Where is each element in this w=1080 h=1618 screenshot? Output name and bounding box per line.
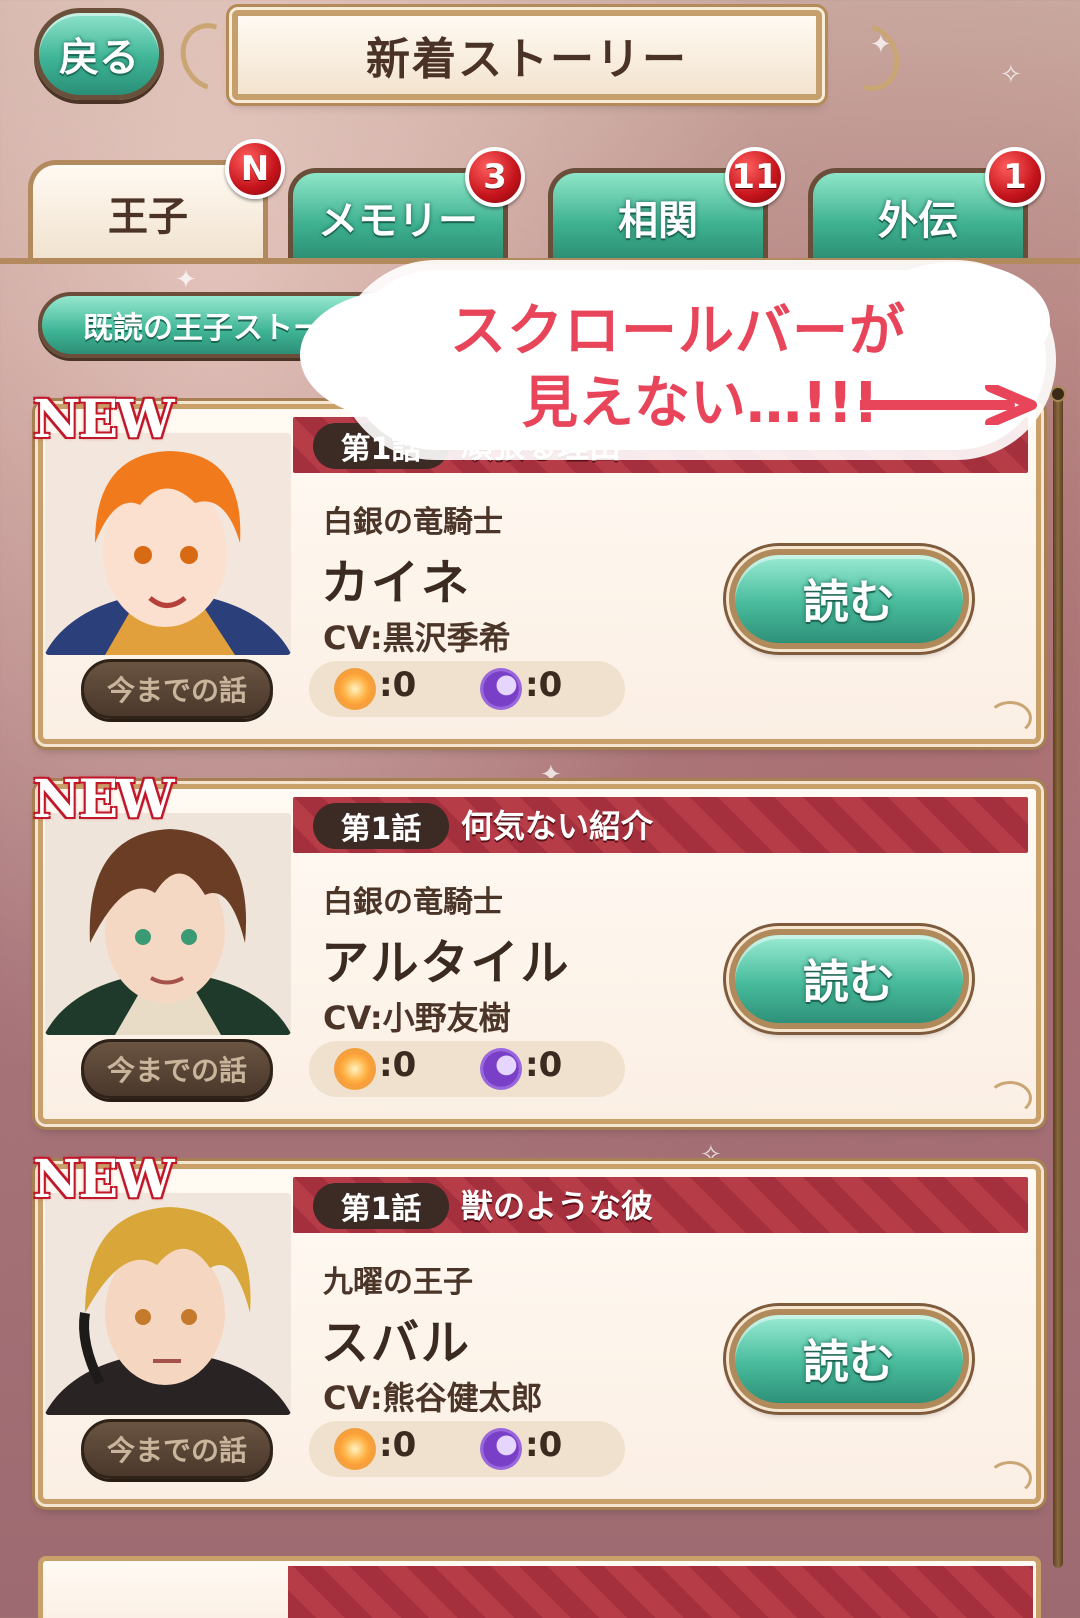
tab-label: 王子: [108, 193, 188, 240]
sparkle-icon: ✧: [1000, 60, 1022, 90]
sun-icon: [337, 1431, 373, 1467]
moon-count: :0: [525, 665, 563, 705]
tab-badge: 3: [465, 147, 525, 207]
portrait-image: [45, 433, 291, 655]
story-card: NEW 第1話 獣のような彼 九曜の王子 スバル CV:熊谷健太郎 読む 今まで…: [33, 1149, 1041, 1504]
tab-badge: 1: [985, 147, 1045, 207]
back-button[interactable]: 戻る: [34, 8, 164, 100]
story-history-button[interactable]: 今までの話: [81, 1419, 273, 1479]
sun-icon: [337, 1051, 373, 1087]
portrait-image: [45, 813, 291, 1035]
tab-divider: [0, 258, 1080, 264]
episode-number: 第1話: [313, 803, 449, 849]
tab-prince[interactable]: 王子 N: [28, 139, 285, 260]
voice-actor: CV:小野友樹: [323, 999, 511, 1037]
new-badge: NEW: [33, 389, 175, 450]
sun-count: :0: [379, 1045, 417, 1085]
read-button[interactable]: 読む: [729, 1309, 969, 1409]
prince-group: 白銀の竜騎士: [323, 885, 503, 920]
story-history-button[interactable]: 今までの話: [81, 1039, 273, 1099]
moon-count: :0: [525, 1045, 563, 1085]
episode-title: 獣のような彼: [461, 1187, 654, 1225]
prince-portrait: [45, 813, 291, 1035]
prince-portrait: [45, 433, 291, 655]
arrow-right-icon: [860, 385, 1037, 425]
tab-badge: 11: [725, 147, 785, 207]
prince-portrait: [45, 1193, 291, 1415]
moon-count: :0: [525, 1425, 563, 1465]
sun-count: :0: [379, 1425, 417, 1465]
tab-side-story[interactable]: 外伝 1: [808, 147, 1045, 260]
episode-number: 第1話: [313, 1183, 449, 1229]
prince-name: カイネ: [321, 555, 472, 611]
moon-icon: [483, 1051, 519, 1087]
episode-title: 何気ない紹介: [461, 807, 654, 845]
tab-memory[interactable]: メモリー 3: [288, 147, 525, 260]
story-card: NEW 第1話 何気ない紹介 白銀の竜騎士 アルタイル CV:小野友樹 読む 今…: [33, 769, 1041, 1124]
card-header: [288, 1566, 1033, 1618]
tab-label: 外伝: [878, 197, 958, 244]
ornament-scroll-right: [824, 11, 912, 103]
story-history-button[interactable]: 今までの話: [81, 659, 273, 719]
annotation-text: スクロールバーが: [450, 299, 906, 364]
story-card: NEW 第1話 頑張る理由 白銀の竜騎士 カイネ CV:黒沢季希 読む 今までの…: [33, 389, 1041, 744]
sun-count: :0: [379, 665, 417, 705]
new-badge: NEW: [33, 1149, 175, 1210]
read-button[interactable]: 読む: [729, 549, 969, 649]
corner-ornament: [988, 1461, 1032, 1495]
voice-actor: CV:黒沢季希: [323, 619, 511, 657]
prince-name: スバル: [321, 1315, 472, 1371]
prince-group: 白銀の竜騎士: [323, 505, 503, 540]
tab-badge: N: [225, 139, 285, 199]
read-button[interactable]: 読む: [729, 929, 969, 1029]
tab-bar: 王子 N メモリー 3 相関 11 外伝 1: [0, 139, 1080, 264]
moon-icon: [483, 671, 519, 707]
sun-icon: [337, 671, 373, 707]
portrait-image: [45, 1193, 291, 1415]
annotation-text: 見えない…!!!: [522, 371, 879, 436]
tab-relation[interactable]: 相関 11: [548, 147, 785, 260]
prince-group: 九曜の王子: [323, 1265, 473, 1300]
page-title: 新着ストーリー: [232, 10, 822, 100]
tab-label: メモリー: [318, 197, 478, 244]
new-badge: NEW: [33, 769, 175, 830]
prince-name: アルタイル: [321, 935, 571, 991]
moon-icon: [483, 1431, 519, 1467]
corner-ornament: [988, 1081, 1032, 1115]
scrollbar[interactable]: [1053, 388, 1063, 1568]
corner-ornament: [988, 701, 1032, 735]
tab-label: 相関: [618, 197, 698, 244]
scrollbar-thumb[interactable]: [1050, 386, 1066, 402]
voice-actor: CV:熊谷健太郎: [323, 1379, 543, 1417]
sparkle-icon: ✦: [175, 265, 197, 295]
